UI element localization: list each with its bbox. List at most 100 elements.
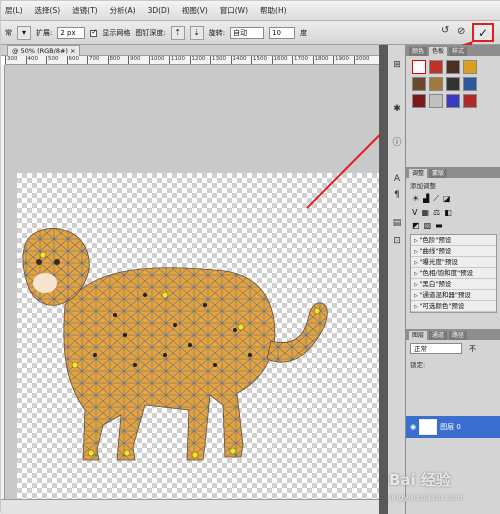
menu-view[interactable]: 视图(V) — [182, 5, 208, 16]
tab-adjustments[interactable]: 调整 — [409, 169, 428, 178]
swatch[interactable] — [412, 94, 426, 108]
brush-presets-icon[interactable]: ▤ — [391, 217, 403, 229]
ruler-tick: 900 — [128, 56, 141, 64]
layer-name[interactable]: 图层 0 — [440, 422, 461, 432]
status-bar — [1, 499, 379, 514]
commit-check-icon[interactable]: ✓ — [472, 23, 494, 42]
vibrance-icon[interactable]: V — [412, 208, 417, 217]
preset-hue-saturation[interactable]: "色相/饱和度"预设 — [411, 268, 496, 279]
canvas-area[interactable] — [5, 65, 379, 499]
tab-layers[interactable]: 图层 — [409, 331, 428, 340]
swatch[interactable] — [463, 60, 477, 74]
ruler-tick: 1200 — [189, 56, 206, 64]
tab-swatches[interactable]: 色板 — [429, 47, 448, 56]
swatch[interactable] — [412, 77, 426, 91]
menu-bar: 层(L) 选择(S) 滤镜(T) 分析(A) 3D(D) 视图(V) 窗口(W)… — [1, 1, 500, 21]
expand-label: 扩展: — [36, 28, 53, 37]
pin-back-icon[interactable]: ⇣ — [189, 25, 204, 40]
history-icon[interactable]: ⊞ — [391, 59, 403, 71]
mode-dropdown-icon[interactable]: ▾ — [17, 25, 31, 40]
menu-layer[interactable]: 层(L) — [5, 5, 23, 16]
lock-label: 锁定: — [410, 361, 426, 369]
swatch[interactable] — [429, 60, 443, 74]
swatch[interactable] — [463, 94, 477, 108]
hue-icon[interactable]: ▦ — [421, 208, 429, 217]
collapsed-dock-left — [379, 45, 388, 514]
menu-select[interactable]: 选择(S) — [35, 5, 61, 16]
adjustments-title: 添加调整 — [410, 182, 436, 190]
color-balance-icon[interactable]: ⚖ — [433, 208, 440, 217]
swatch[interactable] — [412, 60, 426, 74]
presets-list: "色阶"预设 "曲线"预设 "曝光度"预设 "色相/饱和度"预设 "黑白"预设 … — [410, 234, 497, 313]
show-mesh-label: 显示网格 — [102, 28, 131, 37]
degree-label: 度 — [300, 28, 308, 37]
style-swatches — [406, 56, 500, 112]
preset-curves[interactable]: "曲线"预设 — [411, 246, 496, 257]
tab-styles[interactable]: 样式 — [449, 47, 468, 56]
menu-filter[interactable]: 滤镜(T) — [72, 5, 97, 16]
layer-row[interactable]: ◉ 图层 0 — [406, 416, 500, 438]
swatch[interactable] — [429, 77, 443, 91]
invert-icon[interactable]: ◩ — [412, 221, 420, 230]
preset-selective-color[interactable]: "可选颜色"预设 — [411, 301, 496, 312]
actions-icon[interactable]: ✱ — [391, 103, 403, 115]
menu-help[interactable]: 帮助(H) — [260, 5, 287, 16]
tab-channels[interactable]: 通道 — [429, 331, 448, 340]
tab-color[interactable]: 颜色 — [409, 47, 428, 56]
depth-label: 图钉深度: — [135, 28, 166, 37]
swatch[interactable] — [429, 94, 443, 108]
ruler-tick: 1600 — [271, 56, 288, 64]
exposure-icon[interactable]: ◪ — [443, 194, 451, 204]
levels-icon[interactable]: ▟ — [423, 194, 429, 204]
preset-channel-mixer[interactable]: "通道混和器"预设 — [411, 290, 496, 301]
ruler-tick: 2000 — [353, 56, 370, 64]
tab-paths[interactable]: 路径 — [449, 331, 468, 340]
mode-value[interactable]: 常 — [5, 28, 12, 38]
menu-3d[interactable]: 3D(D) — [148, 6, 170, 15]
swatch[interactable] — [446, 94, 460, 108]
character-icon[interactable]: A — [391, 173, 403, 185]
expand-input[interactable]: 2 px — [57, 26, 86, 39]
cheetah-artwork — [22, 228, 328, 461]
rotate-select[interactable]: 自动 — [230, 26, 265, 39]
watermark-url: jingyan.baidu.com — [389, 493, 463, 502]
paragraph-icon[interactable]: ¶ — [391, 189, 403, 201]
watermark-logo: Bai 经验 — [389, 471, 451, 489]
menu-analysis[interactable]: 分析(A) — [110, 5, 136, 16]
opacity-label: 不 — [469, 344, 476, 353]
angle-input[interactable]: 10 — [269, 26, 296, 39]
blend-mode-select[interactable]: 正常 — [410, 343, 462, 354]
menu-window[interactable]: 窗口(W) — [220, 5, 248, 16]
ruler-tick: 400 — [25, 56, 38, 64]
brightness-icon[interactable]: ☀ — [412, 194, 419, 204]
preset-exposure[interactable]: "曝光度"预设 — [411, 257, 496, 268]
swatch[interactable] — [446, 77, 460, 91]
document-tab-label: @ 50% (RGB/8#) — [12, 47, 68, 55]
clone-source-icon[interactable]: ⊡ — [391, 235, 403, 247]
gradient-map-icon[interactable]: ▬ — [435, 221, 443, 230]
swatch[interactable] — [463, 77, 477, 91]
ruler-tick: 1800 — [312, 56, 329, 64]
ruler-tick: 1900 — [333, 56, 349, 64]
info-icon[interactable]: ⓘ — [391, 137, 403, 149]
preset-black-white[interactable]: "黑白"预设 — [411, 279, 496, 290]
document-tab[interactable]: @ 50% (RGB/8#) × — [7, 45, 81, 56]
swatch[interactable] — [446, 60, 460, 74]
adjustment-icons-row3: ◩ ▧ ▬ — [406, 219, 500, 232]
layer-thumbnail — [419, 419, 438, 435]
tab-masks[interactable]: 蒙版 — [429, 169, 448, 178]
eye-icon[interactable]: ◉ — [410, 423, 416, 431]
horizontal-ruler: 300 400 500 600 700 800 900 1000 1100 1200 1300 140… — [5, 56, 379, 65]
pin-front-icon[interactable]: ⇡ — [170, 25, 185, 40]
cancel-icon[interactable]: ⊘ — [457, 26, 465, 37]
posterize-icon[interactable]: ▧ — [424, 221, 432, 230]
ruler-tick: 600 — [66, 56, 79, 64]
undo-icon[interactable]: ↺ — [441, 25, 449, 36]
show-mesh-checkbox[interactable] — [90, 28, 98, 37]
rotate-label: 旋转: — [208, 28, 226, 37]
layers-panel-tabs: 图层 通道 路径 — [406, 329, 500, 340]
preset-levels[interactable]: "色阶"预设 — [411, 235, 496, 246]
curves-icon[interactable]: ⟋ — [433, 194, 439, 204]
black-white-icon[interactable]: ◧ — [444, 208, 452, 217]
ruler-tick: 300 — [5, 56, 18, 64]
